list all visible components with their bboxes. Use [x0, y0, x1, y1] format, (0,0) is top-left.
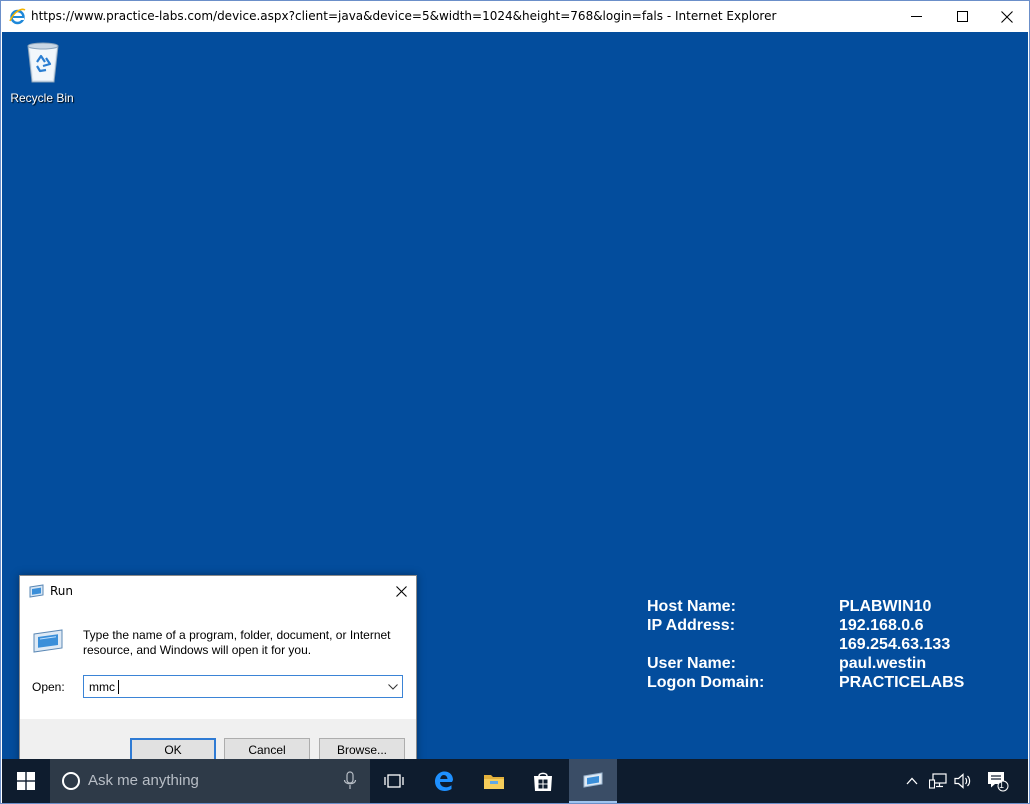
window-title: https://www.practice-labs.com/device.asp…	[31, 9, 777, 23]
action-center-button[interactable]: 1	[984, 759, 1012, 803]
volume-icon	[954, 773, 971, 789]
internet-explorer-icon	[9, 8, 26, 25]
dropdown-button[interactable]	[384, 677, 402, 696]
notifications-icon	[988, 772, 1009, 792]
text-cursor	[118, 680, 119, 694]
store-icon	[534, 772, 552, 791]
run-description: Type the name of a program, folder, docu…	[83, 628, 391, 657]
maximize-icon	[956, 11, 968, 22]
start-button[interactable]	[2, 759, 50, 803]
host-info-value: 169.254.63.133	[839, 636, 951, 653]
host-info-label: User Name:	[647, 655, 736, 672]
notification-count-badge: 1	[999, 780, 1005, 790]
cortana-icon	[61, 771, 81, 791]
file-explorer-icon	[484, 775, 504, 789]
network-icon	[929, 773, 947, 789]
ie-window: https://www.practice-labs.com/device.asp…	[0, 0, 1030, 804]
task-view-button[interactable]	[370, 759, 418, 803]
desktop[interactable]: Recycle Bin Host Name: PLABWIN10 IP Addr…	[2, 32, 1028, 780]
close-icon	[1001, 10, 1013, 23]
edge-icon	[435, 771, 453, 791]
network-button[interactable]	[927, 759, 949, 803]
run-dialog: Run Type the name of a program, folder, …	[19, 575, 417, 780]
run-app-icon	[28, 584, 45, 598]
host-info-row: User Name: paul.westin	[647, 654, 1007, 673]
recycle-bin-label: Recycle Bin	[10, 91, 74, 105]
microphone-icon[interactable]	[343, 771, 357, 791]
run-dialog-title: Run	[50, 584, 74, 598]
close-button[interactable]	[984, 1, 1030, 32]
run-icon	[583, 772, 603, 788]
store-button[interactable]	[519, 759, 567, 803]
host-info-panel: Host Name: PLABWIN10 IP Address: 192.168…	[647, 597, 1007, 692]
host-info-label: Logon Domain:	[647, 674, 765, 691]
run-close-button[interactable]	[392, 583, 410, 599]
desktop-icon-recycle-bin[interactable]: Recycle Bin	[8, 38, 76, 108]
run-titlebar[interactable]: Run	[20, 576, 416, 606]
run-body: Type the name of a program, folder, docu…	[20, 606, 416, 719]
host-info-value: paul.westin	[839, 655, 927, 672]
chevron-up-icon	[906, 777, 918, 785]
recycle-bin-icon	[24, 40, 62, 84]
show-hidden-icons-button[interactable]	[902, 759, 922, 803]
minimize-icon	[910, 16, 922, 17]
search-placeholder: Ask me anything	[88, 772, 199, 789]
chevron-down-icon	[388, 683, 398, 690]
open-combobox[interactable]	[83, 675, 403, 698]
host-info-row: IP Address: 192.168.0.6	[647, 616, 1007, 635]
host-info-value: PRACTICELABS	[839, 674, 965, 691]
host-info-label: IP Address:	[647, 617, 736, 634]
close-icon	[395, 585, 407, 597]
search-box[interactable]: Ask me anything	[50, 759, 370, 803]
open-label: Open:	[32, 680, 65, 694]
task-view-icon	[384, 774, 404, 788]
open-input[interactable]	[85, 677, 381, 696]
run-icon	[31, 628, 65, 654]
host-info-value: PLABWIN10	[839, 598, 932, 615]
file-explorer-button[interactable]	[470, 759, 518, 803]
minimize-button[interactable]	[893, 1, 939, 32]
host-info-row: Host Name: PLABWIN10	[647, 597, 1007, 616]
volume-button[interactable]	[952, 759, 974, 803]
windows-logo-icon	[17, 772, 35, 790]
edge-button[interactable]	[420, 759, 468, 803]
taskbar: Ask me anything 1	[2, 759, 1028, 803]
host-info-row: 169.254.63.133	[647, 635, 1007, 654]
run-taskbar-button[interactable]	[569, 759, 617, 803]
host-info-label: Host Name:	[647, 598, 736, 615]
host-info-value: 192.168.0.6	[839, 617, 924, 634]
host-info-row: Logon Domain: PRACTICELABS	[647, 673, 1007, 692]
ie-titlebar[interactable]: https://www.practice-labs.com/device.asp…	[1, 1, 1029, 32]
maximize-button[interactable]	[939, 1, 985, 32]
